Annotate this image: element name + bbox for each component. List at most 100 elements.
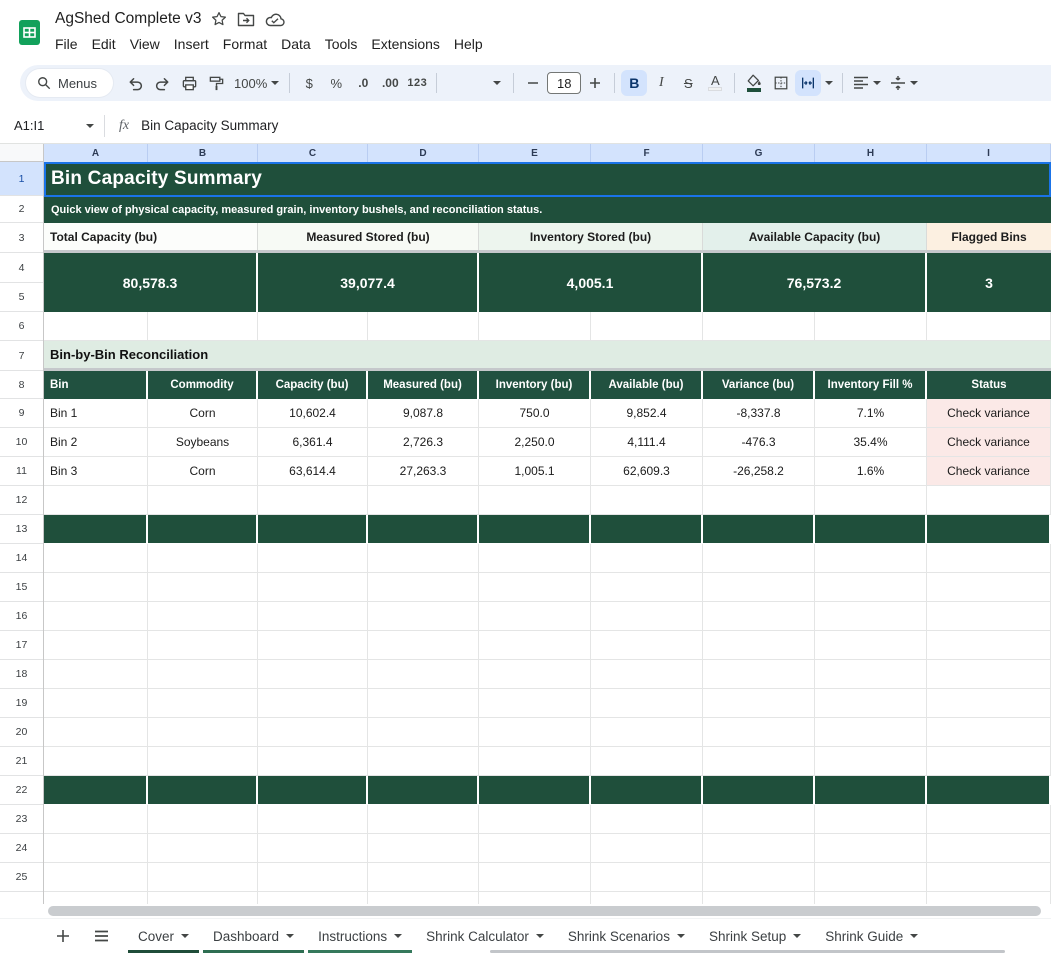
table-header[interactable]: Available (bu) [591,371,703,399]
select-all-corner[interactable] [0,144,44,162]
row-header-22[interactable]: 22 [0,776,43,805]
sheet-tab-shrink-setup[interactable]: Shrink Setup [697,919,813,953]
empty-cell[interactable] [479,747,591,776]
sheet-tab-dashboard[interactable]: Dashboard [201,919,306,953]
table-header[interactable]: Inventory Fill % [815,371,927,399]
empty-cell[interactable] [368,486,479,515]
column-header-h[interactable]: H [815,144,927,162]
row-header-2[interactable]: 2 [0,196,43,223]
empty-cell[interactable] [258,544,368,573]
empty-cell[interactable] [44,573,148,602]
fill-color-button[interactable] [741,70,767,96]
empty-cell[interactable] [44,805,148,834]
summary-header[interactable]: Total Capacity (bu) [44,223,258,250]
empty-cell[interactable] [479,718,591,747]
name-box[interactable]: A1:I1 [0,118,104,133]
cell-subtitle[interactable]: Quick view of physical capacity, measure… [44,196,1051,223]
empty-cell[interactable] [258,515,368,544]
row-header-5[interactable]: 5 [0,283,43,312]
cell-variance[interactable]: -476.3 [703,428,815,457]
undo-button[interactable] [122,70,148,96]
empty-cell[interactable] [703,602,815,631]
empty-cell[interactable] [479,573,591,602]
empty-cell[interactable] [44,660,148,689]
font-size-input[interactable]: 18 [547,72,581,94]
column-header-f[interactable]: F [591,144,703,162]
empty-cell[interactable] [703,573,815,602]
empty-cell[interactable] [479,312,591,341]
summary-value[interactable]: 39,077.4 [258,253,479,312]
empty-cell[interactable] [927,660,1051,689]
empty-cell[interactable] [258,660,368,689]
cell-bin[interactable]: Bin 3 [44,457,148,486]
empty-cell[interactable] [479,892,591,904]
empty-cell[interactable] [703,515,815,544]
cell-inventory[interactable]: 1,005.1 [479,457,591,486]
empty-cell[interactable] [591,747,703,776]
empty-cell[interactable] [368,747,479,776]
move-to-folder-icon[interactable] [237,11,255,27]
empty-cell[interactable] [479,544,591,573]
row-header-21[interactable]: 21 [0,747,43,776]
row-header-20[interactable]: 20 [0,718,43,747]
empty-cell[interactable] [148,544,258,573]
empty-cell[interactable] [927,892,1051,904]
empty-cell[interactable] [927,689,1051,718]
cell-capacity[interactable]: 6,361.4 [258,428,368,457]
empty-cell[interactable] [148,486,258,515]
sheet-tab-shrink-calculator[interactable]: Shrink Calculator [414,919,556,953]
sheets-logo-icon[interactable] [16,19,43,46]
row-header-8[interactable]: 8 [0,371,43,399]
more-formats-button[interactable]: 123 [404,70,430,96]
column-header-e[interactable]: E [479,144,591,162]
empty-cell[interactable] [368,660,479,689]
cell-commodity[interactable]: Soybeans [148,428,258,457]
cell-measured[interactable]: 9,087.8 [368,399,479,428]
empty-cell[interactable] [148,718,258,747]
empty-cell[interactable] [591,805,703,834]
empty-cell[interactable] [148,776,258,805]
row-header-19[interactable]: 19 [0,689,43,718]
horizontal-align-button[interactable] [849,70,885,96]
empty-cell[interactable] [703,631,815,660]
column-header-g[interactable]: G [703,144,815,162]
add-sheet-button[interactable] [50,923,76,949]
cell-status[interactable]: Check variance [927,457,1051,486]
row-header-14[interactable]: 14 [0,544,43,573]
row-header-4[interactable]: 4 [0,253,43,283]
empty-cell[interactable] [368,515,479,544]
empty-cell[interactable] [148,747,258,776]
empty-cell[interactable] [479,515,591,544]
empty-cell[interactable] [368,805,479,834]
empty-cell[interactable] [258,689,368,718]
row-header-7[interactable]: 7 [0,341,43,371]
empty-cell[interactable] [703,892,815,904]
empty-cell[interactable] [258,776,368,805]
cell-available[interactable]: 4,111.4 [591,428,703,457]
empty-cell[interactable] [815,689,927,718]
cell-fill-percent[interactable]: 35.4% [815,428,927,457]
empty-cell[interactable] [591,689,703,718]
star-icon[interactable] [211,11,227,27]
menu-insert[interactable]: Insert [167,34,216,54]
print-button[interactable] [176,70,202,96]
cell-commodity[interactable]: Corn [148,457,258,486]
empty-cell[interactable] [368,834,479,863]
empty-cell[interactable] [368,573,479,602]
empty-cell[interactable] [44,515,148,544]
increase-decimal-button[interactable]: .00 [377,70,403,96]
empty-cell[interactable] [703,486,815,515]
table-header[interactable]: Status [927,371,1051,399]
empty-cell[interactable] [148,892,258,904]
empty-cell[interactable] [591,631,703,660]
formula-input[interactable]: Bin Capacity Summary [141,118,278,133]
empty-cell[interactable] [815,312,927,341]
empty-cell[interactable] [44,544,148,573]
bold-button[interactable]: B [621,70,647,96]
cell-measured[interactable]: 2,726.3 [368,428,479,457]
sheet-tab-shrink-guide[interactable]: Shrink Guide [813,919,930,953]
cell-bin[interactable]: Bin 2 [44,428,148,457]
empty-cell[interactable] [815,718,927,747]
empty-cell[interactable] [927,776,1051,805]
empty-cell[interactable] [591,863,703,892]
